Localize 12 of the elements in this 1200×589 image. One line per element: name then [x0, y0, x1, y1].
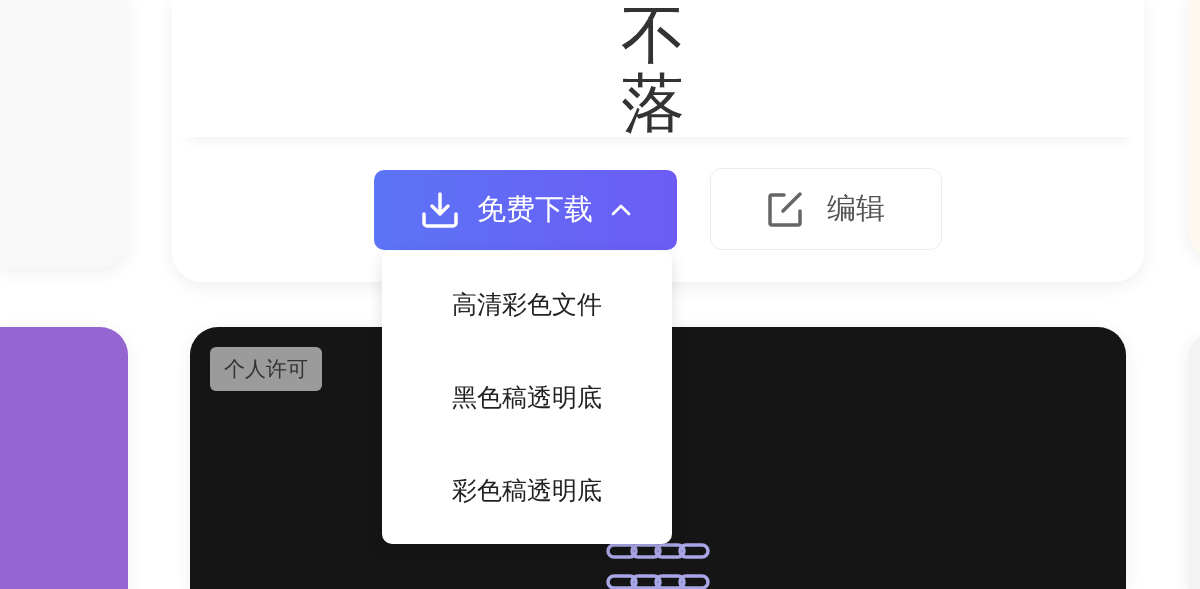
- menu-item[interactable]: 黑色稿透明底: [382, 351, 672, 444]
- download-button[interactable]: 免费下载: [374, 170, 677, 250]
- menu-item[interactable]: 彩色稿透明底: [382, 444, 672, 537]
- license-badge: 个人许可: [210, 347, 322, 391]
- download-icon: [420, 192, 459, 228]
- edit-button[interactable]: 编辑: [710, 168, 942, 250]
- menu-item[interactable]: 高清彩色文件: [382, 258, 672, 351]
- logo-text: 不: [621, 1, 685, 69]
- caret-icon: [610, 204, 631, 216]
- chain-icon: [606, 543, 710, 589]
- edit-icon: [767, 191, 805, 227]
- logo-text: 落: [621, 69, 685, 137]
